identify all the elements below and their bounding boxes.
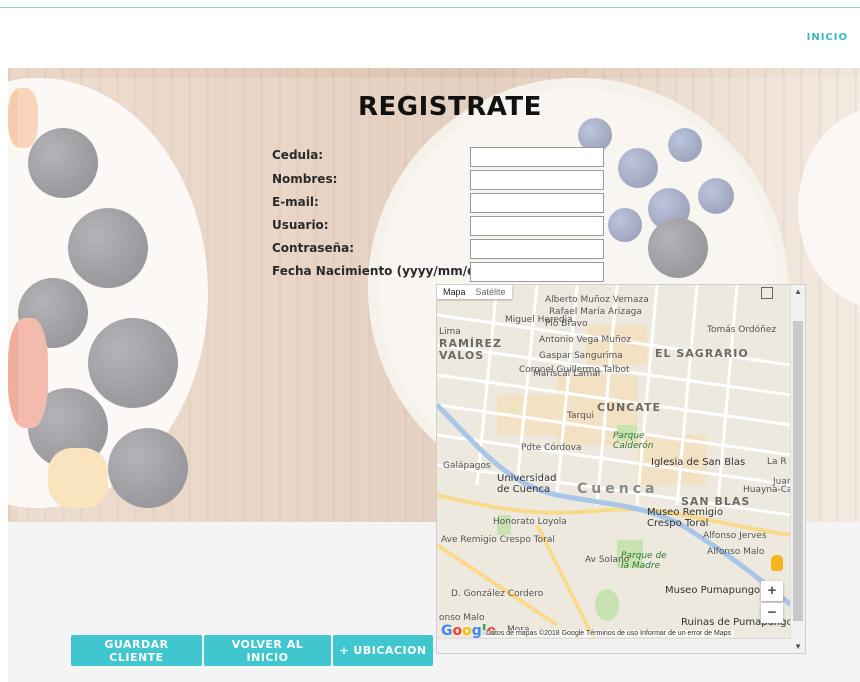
pegman-icon[interactable] xyxy=(771,555,783,571)
map-label-honorato: Honorato Loyola xyxy=(493,517,567,527)
zoom-in-button[interactable]: + xyxy=(761,581,783,601)
fecha-nacimiento-input[interactable] xyxy=(470,262,604,282)
map-label-alberto: Alberto Muñoz Vernaza xyxy=(545,295,649,305)
map-label-jerves: Alfonso Jerves xyxy=(703,531,767,541)
nombres-input[interactable] xyxy=(470,170,604,190)
map-label-remigio-crespo: Ave Remigio Crespo Toral xyxy=(441,535,555,545)
nav-inicio-link[interactable]: INICIO xyxy=(807,32,848,43)
scroll-up-icon[interactable]: ▲ xyxy=(794,287,802,296)
cedula-input[interactable] xyxy=(470,147,604,167)
scroll-thumb[interactable] xyxy=(793,321,803,621)
map-label-museo-remigio: Museo Remigio Crespo Toral xyxy=(647,507,724,529)
map-label-parque-calderon: Parque Calderón xyxy=(613,431,654,451)
map-label-larep: La R xyxy=(767,457,787,467)
email-label: E-mail: xyxy=(272,195,319,209)
map-attribution: Datos de mapas ©2018 Google Términos de … xyxy=(483,630,735,637)
map-label-gonzalez: D. González Cordero xyxy=(451,589,544,599)
header-divider xyxy=(0,7,860,8)
map-label-sagrario: EL SAGRARIO xyxy=(655,347,749,360)
cedula-label: Cedula: xyxy=(272,148,324,162)
contrasena-label: Contraseña: xyxy=(272,241,355,255)
fullscreen-icon[interactable] xyxy=(761,287,773,299)
map-vertical-scrollbar[interactable]: ▲ ▼ xyxy=(790,285,805,653)
map-label-iglesia: Iglesia de San Blas xyxy=(651,457,746,468)
volver-inicio-button[interactable]: VOLVER AL INICIO xyxy=(204,635,331,666)
usuario-label: Usuario: xyxy=(272,218,329,232)
zoom-out-button[interactable]: − xyxy=(761,603,783,623)
map-label-malo: Alfonso Malo xyxy=(707,547,765,557)
map-label-tarqui: Tarqui xyxy=(567,411,594,421)
email-input[interactable] xyxy=(470,193,604,213)
fecha-nacimiento-label: Fecha Nacimiento (yyyy/mm/dd): xyxy=(272,264,495,278)
scroll-down-icon[interactable]: ▼ xyxy=(794,642,802,651)
map-type-satellite[interactable]: Satélite xyxy=(476,287,506,297)
map-label-museo-pumapungo: Museo Pumapungo xyxy=(665,585,761,596)
guardar-cliente-button[interactable]: GUARDAR CLIENTE xyxy=(71,635,202,666)
map-label-gaspar: Gaspar Sangurima xyxy=(539,351,623,361)
map-label-lima: Lima xyxy=(439,327,461,337)
map-label-coronel: Coronel Guillermo Talbot xyxy=(519,365,630,375)
map-type-map[interactable]: Mapa xyxy=(443,287,466,297)
page-title: REGISTRATE xyxy=(358,92,542,122)
map-label-antonio: Antonio Vega Muñoz xyxy=(539,335,631,345)
map-label-universidad: Universidad de Cuenca xyxy=(497,473,557,495)
usuario-input[interactable] xyxy=(470,216,604,236)
map-label-miguel: Miguel Heredia xyxy=(505,315,573,325)
contrasena-input[interactable] xyxy=(470,239,604,259)
map-type-switch: Mapa Satélite xyxy=(437,285,512,299)
map-label-avalos: VALOS xyxy=(439,349,485,362)
map-label-galapagos: Galápagos xyxy=(443,461,491,471)
map-label-tomas: Tomás Ordóñez xyxy=(707,325,777,335)
nombres-label: Nombres: xyxy=(272,172,338,186)
location-map[interactable]: Alberto Muñoz Vernaza Rafael María Ariza… xyxy=(436,284,806,654)
map-label-cuncate: CUNCATE xyxy=(597,401,661,414)
map-label-pdte: Pdte Córdova xyxy=(521,443,582,453)
map-label-solano: Av Solano xyxy=(585,555,630,565)
map-horizontal-scrollbar[interactable] xyxy=(437,638,791,653)
ubicacion-button[interactable]: + UBICACION xyxy=(333,635,433,666)
map-label-alonso: onso Malo xyxy=(439,613,485,623)
map-label-cuenca: Cuenca xyxy=(577,481,659,497)
